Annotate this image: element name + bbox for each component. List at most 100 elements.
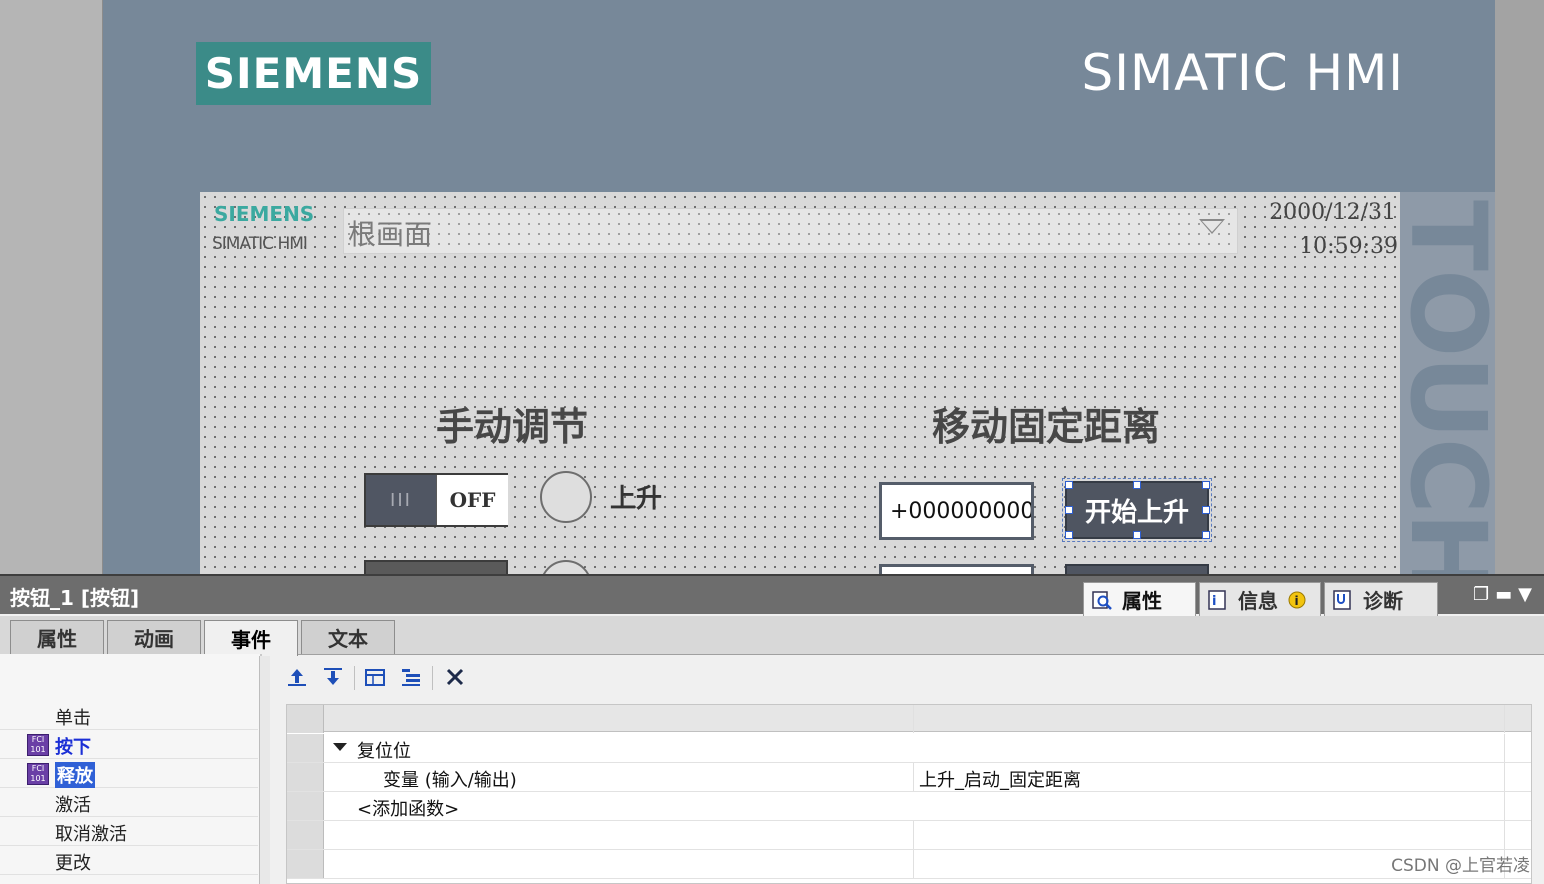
selection-handle[interactable] <box>1065 531 1073 539</box>
function-list-table: 复位位 变量 (输入/输出) 上升_启动_固定距离 <添加函数> <box>286 704 1532 884</box>
event-list: 单击 FCI 101 按下 FCI 101 释放 激活 取消激活 更改 <box>0 654 262 884</box>
tab-info[interactable]: i 信息 i <box>1199 582 1321 616</box>
add-function-placeholder[interactable]: <添加函数> <box>357 795 459 821</box>
column-divider <box>913 850 914 878</box>
selection-handle[interactable] <box>1133 531 1141 539</box>
subtab-events[interactable]: 事件 <box>204 620 298 656</box>
function-name[interactable]: 复位位 <box>357 737 411 763</box>
section-title-manual[interactable]: 手动调节 <box>436 396 588 451</box>
tab-diagnostics[interactable]: 诊断 <box>1324 582 1438 616</box>
table-row[interactable] <box>287 821 1531 850</box>
chevron-down-icon[interactable]: ▼ <box>1518 584 1538 605</box>
inspector-title: 按钮_1 [按钮] <box>10 586 140 610</box>
selection-handle[interactable] <box>1202 481 1210 489</box>
manual-down-switch[interactable] <box>364 560 508 574</box>
hmi-editor-canvas: SIEMENS SIMATIC HMI TOUCH SIEMENS SIMATI… <box>0 0 1544 574</box>
row-header-cell[interactable] <box>287 763 324 791</box>
chevron-down-icon[interactable] <box>333 743 347 751</box>
screen-navigation-dropdown[interactable]: 根画面 <box>343 208 1238 254</box>
manual-up-switch[interactable]: III OFF <box>364 473 508 527</box>
row-header-cell[interactable] <box>287 850 324 878</box>
selection-handle[interactable] <box>1202 506 1210 514</box>
switch-knob: III <box>366 475 436 525</box>
event-list-scrollbar[interactable] <box>259 656 270 884</box>
screen-hmi-logo: SIMATIC HMI <box>212 234 308 254</box>
tab-properties-label: 属性 <box>1122 589 1162 613</box>
hmi-screen[interactable]: SIEMENS SIMATIC HMI 根画面 2000/12/31 10:59… <box>200 192 1400 574</box>
table-row[interactable] <box>287 850 1531 879</box>
second-hmi-button[interactable] <box>1065 564 1209 574</box>
selection-handle[interactable] <box>1065 506 1073 514</box>
inspector-titlebar: 按钮_1 [按钮] 属性 i 信息 i 诊断 ❐▬▼ <box>0 574 1544 616</box>
function-list-icon: FCI 101 <box>27 763 49 785</box>
table-row-parameter[interactable]: 变量 (输入/输出) 上升_启动_固定距离 <box>287 763 1531 792</box>
row-header-cell[interactable] <box>287 821 324 849</box>
event-item-change[interactable]: 更改 <box>0 847 258 875</box>
event-item-release[interactable]: FCI 101 释放 <box>0 760 258 788</box>
second-io-field[interactable] <box>879 564 1034 574</box>
watermark: CSDN @上官若凌 <box>1391 856 1530 876</box>
collapse-all-icon[interactable] <box>398 664 424 690</box>
row-header-cell[interactable] <box>287 734 324 762</box>
section-title-move[interactable]: 移动固定距离 <box>932 396 1160 451</box>
selection-handle[interactable] <box>1133 481 1141 489</box>
info-warning-icon: i <box>1288 591 1306 608</box>
window-controls[interactable]: ❐▬▼ <box>1473 584 1538 605</box>
inspector-panel: 按钮_1 [按钮] 属性 i 信息 i 诊断 ❐▬▼ 属性 动画 事件 文本 单… <box>0 574 1544 884</box>
function-list-icon: FCI 101 <box>27 734 49 756</box>
delete-icon[interactable] <box>442 664 468 690</box>
svg-text:i: i <box>1295 594 1299 608</box>
subtab-animation[interactable]: 动画 <box>107 620 201 654</box>
switch-state-label: OFF <box>437 475 508 525</box>
event-label: 更改 <box>55 853 91 874</box>
parameter-value[interactable]: 上升_启动_固定距离 <box>919 766 1081 792</box>
column-divider <box>1504 734 1505 762</box>
diagnostics-icon <box>1333 589 1351 610</box>
event-label: 释放 <box>55 762 95 788</box>
up-indicator-lamp[interactable] <box>540 471 592 523</box>
column-divider <box>1504 821 1505 849</box>
row-header-cell[interactable] <box>287 792 324 820</box>
column-divider <box>913 763 914 791</box>
event-item-press[interactable]: FCI 101 按下 <box>0 731 258 759</box>
event-item-deactivate[interactable]: 取消激活 <box>0 818 258 846</box>
selection-handle[interactable] <box>1065 481 1073 489</box>
screen-date: 2000/12/31 <box>1269 200 1396 225</box>
tab-info-label: 信息 <box>1238 589 1278 613</box>
move-up-icon[interactable] <box>284 664 310 690</box>
down-indicator-lamp[interactable] <box>540 560 592 574</box>
event-item-click[interactable]: 单击 <box>0 702 258 730</box>
restore-icon[interactable]: ❐ <box>1473 584 1495 605</box>
function-toolbar <box>284 662 484 694</box>
siemens-logo: SIEMENS <box>196 42 431 105</box>
svg-text:i: i <box>1212 594 1216 609</box>
column-divider <box>1504 792 1505 820</box>
expand-all-icon[interactable] <box>362 664 388 690</box>
column-divider <box>1504 763 1505 791</box>
up-indicator-label[interactable]: 上升 <box>610 478 662 515</box>
distance-io-field[interactable]: +000000000. <box>879 482 1034 540</box>
editor-left-margin <box>0 0 103 574</box>
screen-siemens-logo: SIEMENS <box>214 202 315 226</box>
device-touch-label: TOUCH <box>1387 200 1509 574</box>
event-label: 取消激活 <box>55 824 127 845</box>
selection-handle[interactable] <box>1202 531 1210 539</box>
column-divider <box>913 821 914 849</box>
screen-navigation-value: 根画面 <box>348 218 433 251</box>
chevron-down-icon[interactable] <box>1199 219 1225 234</box>
subtab-properties[interactable]: 属性 <box>10 620 104 654</box>
row-header-cell <box>287 705 324 733</box>
event-item-activate[interactable]: 激活 <box>0 789 258 817</box>
subtab-text[interactable]: 文本 <box>301 620 395 654</box>
screen-time: 10:59:39 <box>1299 234 1398 259</box>
event-label: 按下 <box>55 737 91 758</box>
minimize-icon[interactable]: ▬ <box>1495 584 1518 605</box>
properties-icon <box>1092 590 1112 610</box>
table-row-add-function[interactable]: <添加函数> <box>287 792 1531 821</box>
event-label: 单击 <box>55 708 91 729</box>
toolbar-divider <box>432 666 433 690</box>
table-row-function[interactable]: 复位位 <box>287 734 1531 763</box>
tab-properties[interactable]: 属性 <box>1083 582 1196 616</box>
move-down-icon[interactable] <box>320 664 346 690</box>
toolbar-divider <box>354 666 355 690</box>
